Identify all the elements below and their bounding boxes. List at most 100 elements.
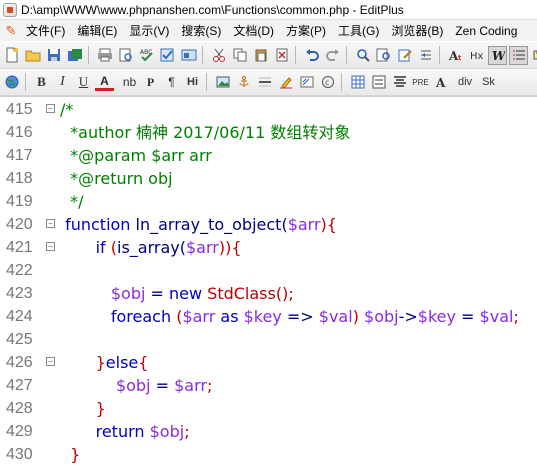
copyright-icon[interactable]: c <box>318 73 337 92</box>
font-tag-icon[interactable]: A <box>432 73 451 92</box>
heading-button[interactable]: Hi <box>183 73 202 92</box>
code-line[interactable]: 417 *@param $arr arr <box>0 144 537 167</box>
menu-browser[interactable]: 浏览器(B) <box>391 22 443 39</box>
code-token: ){ <box>321 215 337 234</box>
code-line[interactable]: 423 $obj = new StdClass(); <box>0 282 537 305</box>
save-all-icon[interactable] <box>65 46 84 65</box>
code-token: *@param $arr arr <box>60 146 212 165</box>
toolbar-separator <box>25 73 26 91</box>
code-line[interactable]: 427 $obj = $arr; <box>0 374 537 397</box>
code-line[interactable]: 422 <box>0 259 537 282</box>
fold-toggle-icon[interactable]: − <box>46 104 55 113</box>
underline-button[interactable]: U <box>74 73 93 92</box>
form-icon[interactable] <box>369 73 388 92</box>
highlight-icon[interactable] <box>276 73 295 92</box>
open-folder-icon[interactable] <box>23 46 42 65</box>
font-color-button[interactable]: A <box>95 73 114 91</box>
code-token: -> <box>399 307 418 326</box>
menu-tools[interactable]: 工具(G) <box>338 22 379 39</box>
font-icon[interactable]: At <box>446 46 465 65</box>
edit-icon[interactable] <box>395 46 414 65</box>
code-line[interactable]: 415−/* <box>0 98 537 121</box>
undo-icon[interactable] <box>302 46 321 65</box>
directory-icon[interactable] <box>179 46 198 65</box>
code-line[interactable]: 416 *author 楠神 2017/06/11 数组转对象 <box>0 121 537 144</box>
line-number: 420 <box>6 213 44 236</box>
horizontal-rule-icon[interactable] <box>255 73 274 92</box>
delete-icon[interactable] <box>272 46 291 65</box>
check-icon[interactable] <box>158 46 177 65</box>
code-editor[interactable]: 415−/*416 *author 楠神 2017/06/11 数组转对象417… <box>0 96 537 468</box>
cut-icon[interactable] <box>209 46 228 65</box>
save-icon[interactable] <box>44 46 63 65</box>
menu-file[interactable]: 文件(F) <box>26 22 65 39</box>
hex-icon[interactable]: Hx <box>467 46 486 65</box>
code-token: = <box>145 284 169 303</box>
align-icon[interactable] <box>390 73 409 92</box>
print-preview-icon[interactable] <box>116 46 135 65</box>
code-token: = <box>151 376 175 395</box>
menu-project[interactable]: 方案(P) <box>286 22 326 39</box>
code-line[interactable]: 428 } <box>0 397 537 420</box>
code-text: /* <box>60 98 73 121</box>
toolbar-separator <box>439 46 440 64</box>
menu-zen-coding[interactable]: Zen Coding <box>455 24 517 38</box>
menu-document[interactable]: 文档(D) <box>233 22 274 39</box>
line-number: 425 <box>6 328 44 351</box>
paste-icon[interactable] <box>251 46 270 65</box>
code-token: ) <box>353 307 364 326</box>
code-line[interactable]: 420− function ln_array_to_object($arr){ <box>0 213 537 236</box>
code-token: } <box>60 399 106 418</box>
code-line[interactable]: 430 } <box>0 443 537 466</box>
code-token: $arr <box>182 307 215 326</box>
span-button[interactable]: Sk <box>479 73 498 92</box>
anchor-icon[interactable] <box>234 73 253 92</box>
italic-button[interactable]: I <box>53 73 72 92</box>
menu-edit[interactable]: 编辑(E) <box>77 22 117 39</box>
comment-icon[interactable] <box>297 73 316 92</box>
paragraph-button[interactable]: P <box>141 73 160 92</box>
pre-button[interactable]: PRE <box>411 73 430 92</box>
pen-icon[interactable]: ✎ <box>2 23 20 39</box>
menu-search[interactable]: 搜索(S) <box>181 22 221 39</box>
new-file-icon[interactable] <box>2 46 21 65</box>
menu-bar: ✎ 文件(F) 编辑(E) 显示(V) 搜索(S) 文档(D) 方案(P) 工具… <box>0 20 537 41</box>
copy-icon[interactable] <box>230 46 249 65</box>
replace-icon[interactable] <box>374 46 393 65</box>
image-icon[interactable] <box>213 73 232 92</box>
line-number: 427 <box>6 374 44 397</box>
code-token: $val <box>480 307 514 326</box>
code-line[interactable]: 419 */ <box>0 190 537 213</box>
fold-toggle-icon[interactable]: − <box>46 242 55 251</box>
code-token: = <box>456 307 480 326</box>
line-number-icon[interactable] <box>509 46 528 65</box>
line-number: 421 <box>6 236 44 259</box>
goto-icon[interactable] <box>416 46 435 65</box>
toolbar-separator <box>206 73 207 91</box>
code-token: function <box>60 215 136 234</box>
pilcrow-button[interactable]: ¶ <box>162 73 181 92</box>
fold-toggle-icon[interactable]: − <box>46 357 55 366</box>
redo-icon[interactable] <box>323 46 342 65</box>
div-button[interactable]: div <box>453 73 477 92</box>
code-text: $obj = $arr; <box>60 374 212 397</box>
find-icon[interactable] <box>353 46 372 65</box>
spell-check-icon[interactable]: ABC <box>137 46 156 65</box>
code-line[interactable]: 425 <box>0 328 537 351</box>
print-icon[interactable] <box>95 46 114 65</box>
code-line[interactable]: 424 foreach ($arr as $key => $val) $obj-… <box>0 305 537 328</box>
code-line[interactable]: 421− if (is_array($arr)){ <box>0 236 537 259</box>
code-token: StdClass(); <box>207 284 294 303</box>
code-line[interactable]: 426− }else{ <box>0 351 537 374</box>
code-line[interactable]: 429 return $obj; <box>0 420 537 443</box>
browser-globe-icon[interactable] <box>2 73 21 92</box>
table-icon[interactable] <box>348 73 367 92</box>
bold-button[interactable]: B <box>32 73 51 92</box>
word-wrap-icon[interactable]: W <box>488 46 507 65</box>
code-line[interactable]: 418 *@return obj <box>0 167 537 190</box>
toolbar-separator <box>346 46 347 64</box>
fold-toggle-icon[interactable]: − <box>46 219 55 228</box>
menu-view[interactable]: 显示(V) <box>129 22 169 39</box>
ruler-icon[interactable] <box>530 46 537 65</box>
nbsp-button[interactable]: nb <box>120 73 139 92</box>
